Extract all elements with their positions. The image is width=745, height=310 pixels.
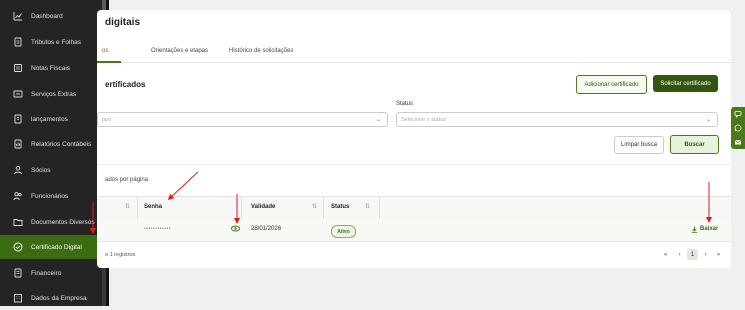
annotation-arrows (90, 171, 712, 234)
annotation-arrow-senha (167, 171, 199, 201)
